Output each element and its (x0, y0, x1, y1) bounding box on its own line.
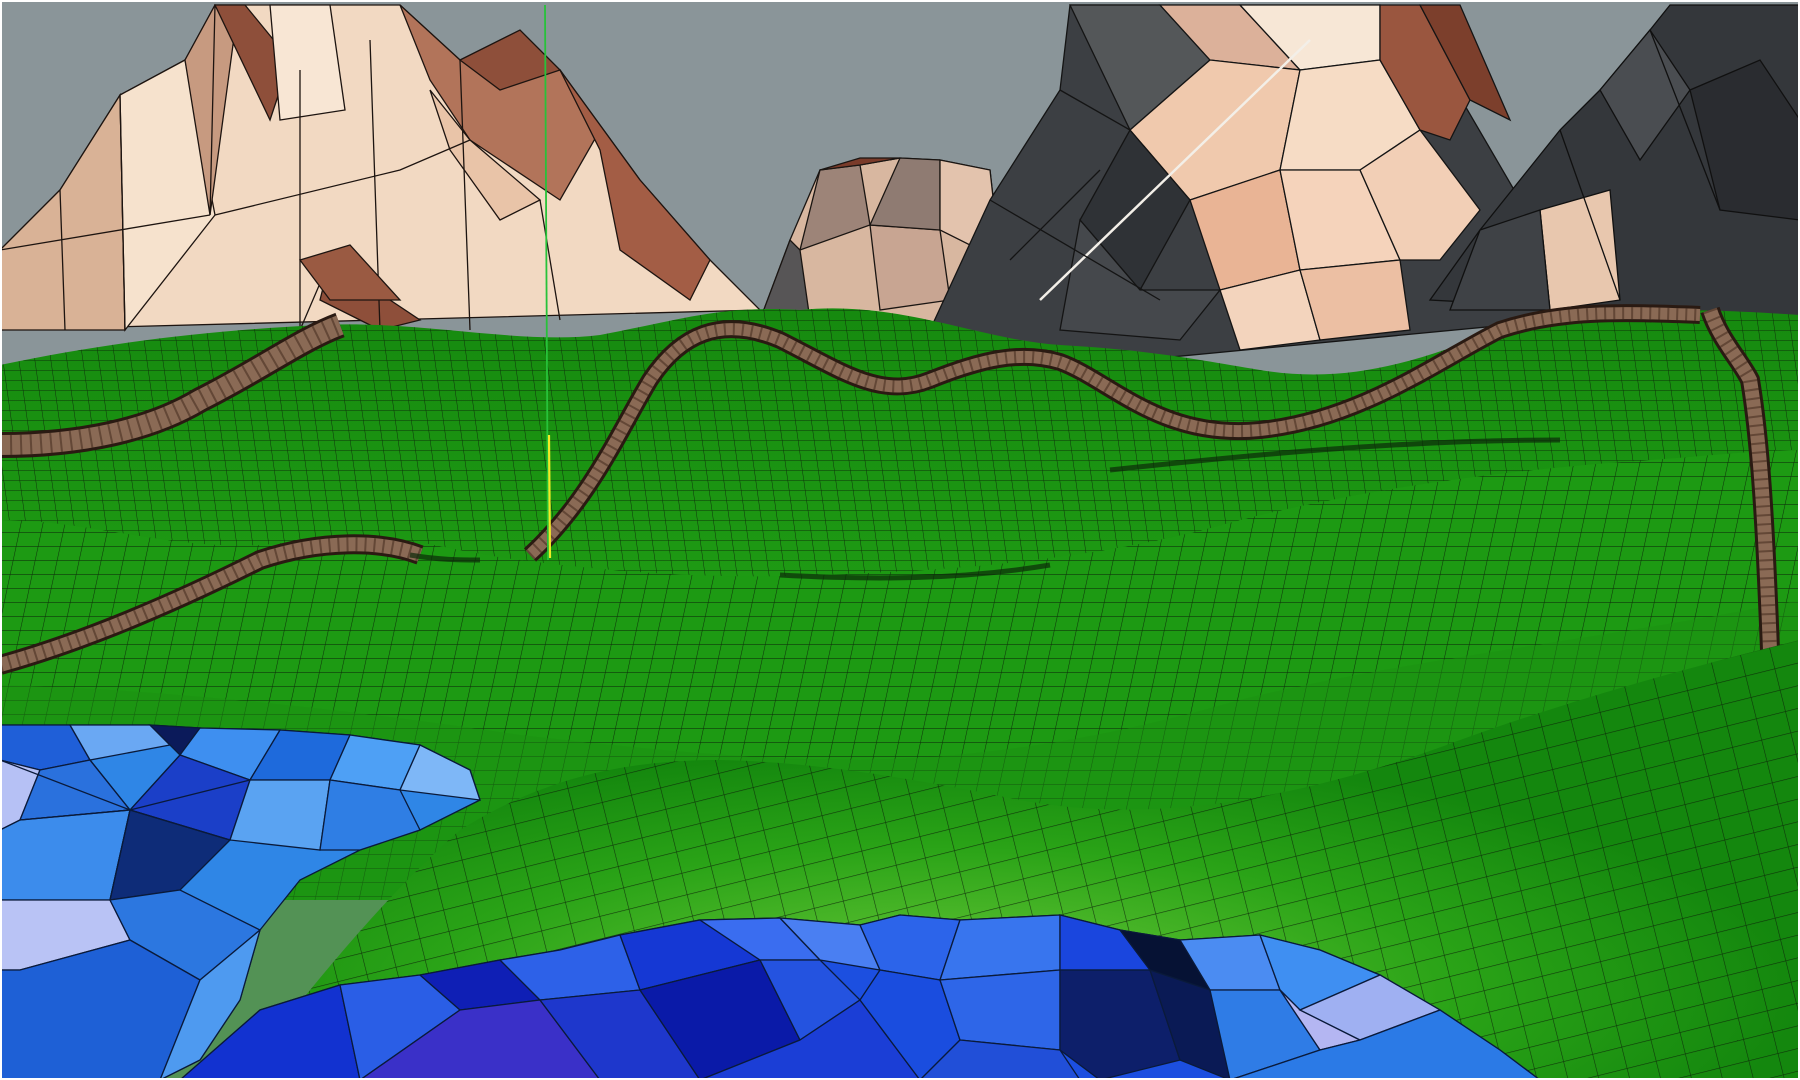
3d-viewport[interactable] (0, 0, 1800, 1080)
terrain-scene[interactable] (0, 0, 1800, 1080)
yellow-axis-line (547, 434, 552, 559)
